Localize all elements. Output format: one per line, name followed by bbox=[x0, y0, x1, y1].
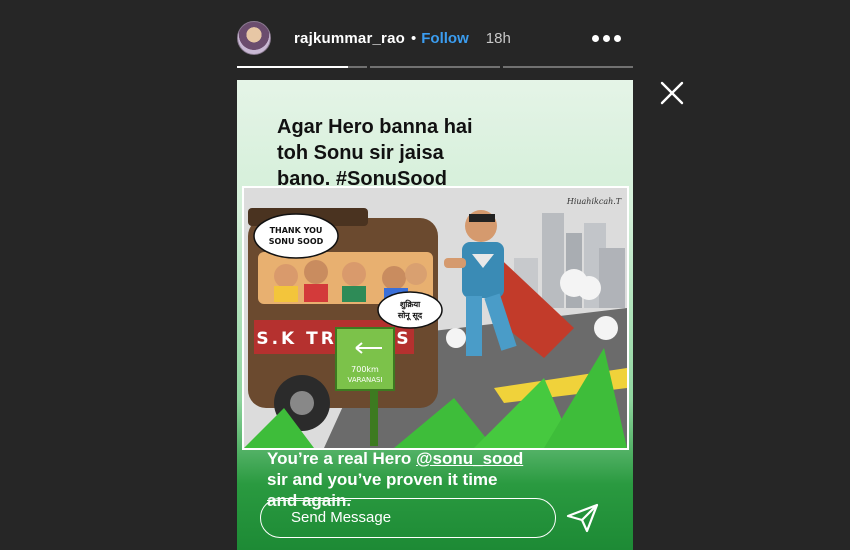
speech-bubble-1-line-2: SONU SOOD bbox=[269, 237, 324, 246]
mention-link[interactable]: @sonu_sood bbox=[416, 449, 523, 468]
reply-bar: Send Message bbox=[237, 498, 633, 542]
progress-segment-2 bbox=[370, 66, 500, 68]
story-header: rajkummar_rao • Follow 18h bbox=[237, 20, 633, 56]
separator-dot: • bbox=[411, 29, 417, 47]
username[interactable]: rajkummar_rao bbox=[294, 30, 405, 47]
caption-bottom-line-1: You’re a real Hero @sonu_sood bbox=[267, 449, 524, 468]
paper-plane-icon[interactable] bbox=[565, 502, 601, 534]
story-progress bbox=[237, 66, 633, 68]
caption-bottom-line-2: sir and you’ve proven it time bbox=[267, 470, 498, 489]
story-artwork: S.K TRAVELS 700km VARANASI THANK YOU SON… bbox=[242, 186, 629, 450]
road-sign-distance: 700km bbox=[351, 365, 379, 374]
artwork-illustration: S.K TRAVELS 700km VARANASI THANK YOU SON… bbox=[244, 188, 627, 448]
post-time: 18h bbox=[485, 29, 511, 47]
speech-bubble-2-line-1: शुक्रिया bbox=[400, 299, 421, 310]
progress-segment-1 bbox=[237, 66, 367, 68]
artist-signature: Hiuahikcah.T bbox=[566, 197, 622, 206]
profile-avatar[interactable] bbox=[237, 21, 271, 55]
send-message-input[interactable]: Send Message bbox=[260, 498, 556, 538]
road-sign-city: VARANASI bbox=[347, 376, 382, 384]
story-caption-top: Agar Hero banna hai toh Sonu sir jaisa b… bbox=[277, 114, 607, 192]
caption-line-2: toh Sonu sir jaisa bbox=[277, 142, 444, 164]
follow-button[interactable]: Follow bbox=[421, 30, 469, 47]
story-card[interactable]: Agar Hero banna hai toh Sonu sir jaisa b… bbox=[237, 80, 633, 550]
speech-bubble-2-line-2: सोनू सूद bbox=[397, 310, 423, 321]
progress-segment-3 bbox=[503, 66, 633, 68]
more-options-icon[interactable] bbox=[592, 34, 621, 42]
speech-bubble-1-line-1: THANK YOU bbox=[270, 226, 323, 235]
close-icon[interactable] bbox=[659, 80, 685, 106]
caption-line-1: Agar Hero banna hai bbox=[277, 116, 473, 138]
